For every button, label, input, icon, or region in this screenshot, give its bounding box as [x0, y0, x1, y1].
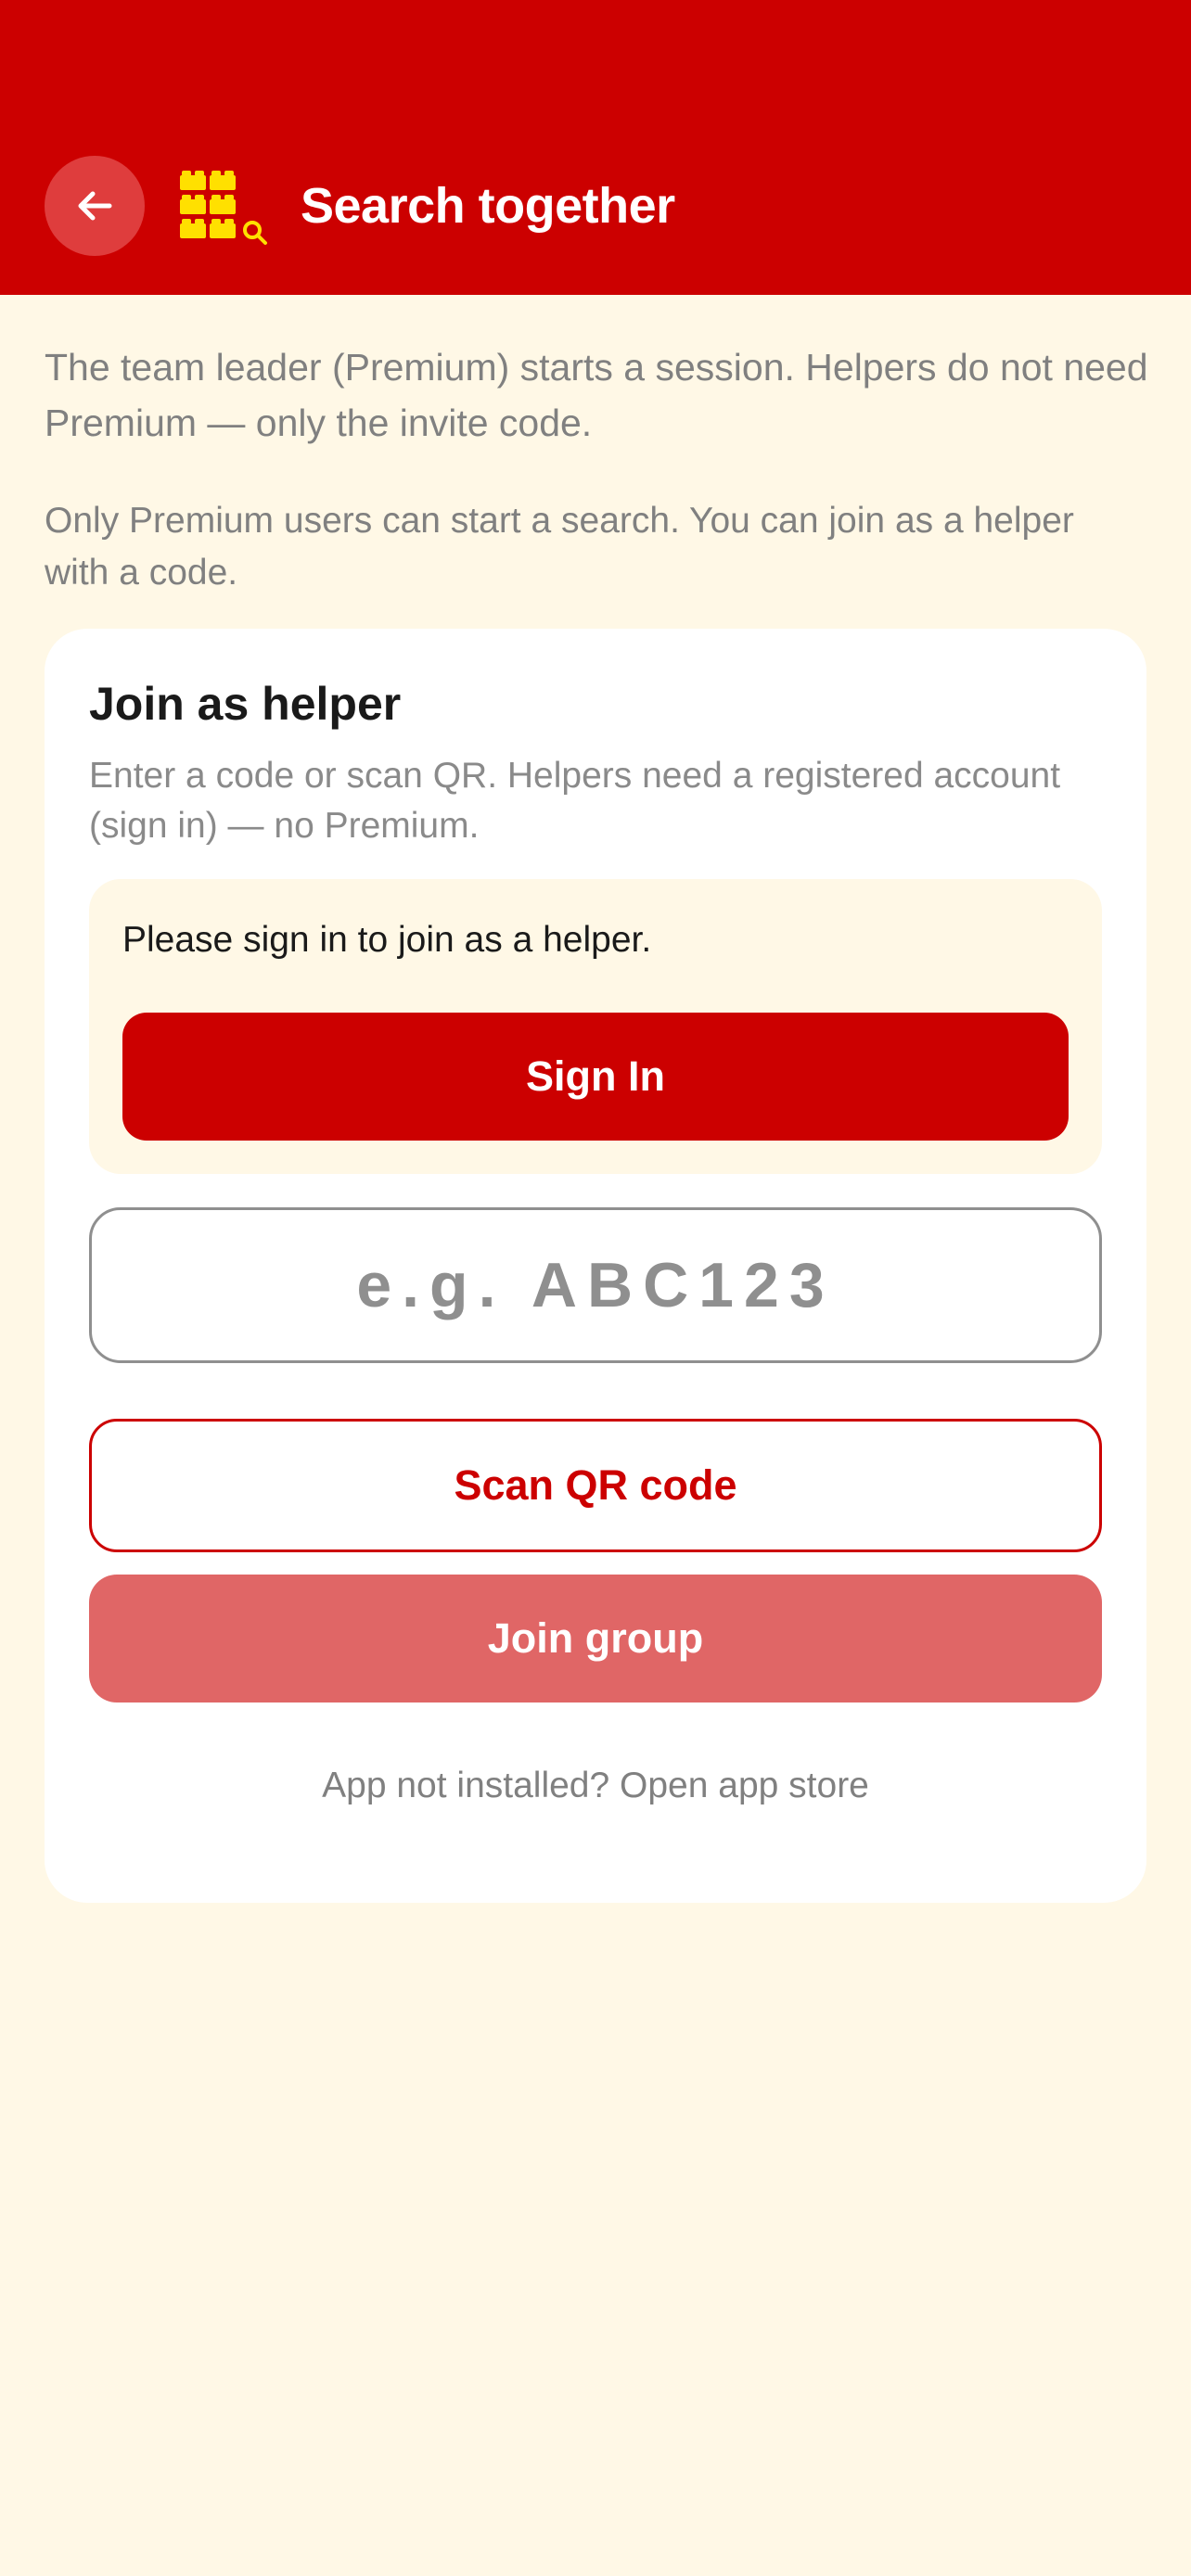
app-header: Search together — [0, 0, 1191, 295]
sign-in-button[interactable]: Sign In — [122, 1013, 1069, 1141]
page-title: Search together — [301, 178, 675, 234]
intro-text-leader: The team leader (Premium) starts a sessi… — [45, 346, 1148, 444]
join-group-button[interactable]: Join group — [89, 1575, 1102, 1702]
back-button[interactable] — [45, 156, 145, 256]
card-subtitle: Enter a code or scan QR. Helpers need a … — [89, 756, 1061, 846]
intro-text-premium: Only Premium users can start a search. Y… — [45, 501, 1074, 593]
join-helper-card: Join as helper Enter a code or scan QR. … — [45, 629, 1146, 1903]
scan-qr-button[interactable]: Scan QR code — [89, 1419, 1102, 1552]
card-title: Join as helper — [89, 678, 402, 730]
open-app-store-link[interactable]: App not installed? Open app store — [45, 1760, 1146, 1812]
sign-in-notice-text: Please sign in to join as a helper. — [122, 920, 652, 960]
brick-search-logo-icon — [180, 171, 267, 245]
sign-in-notice: Please sign in to join as a helper. Sign… — [89, 879, 1102, 1174]
arrow-left-icon — [78, 191, 112, 221]
invite-code-input[interactable] — [89, 1207, 1102, 1363]
